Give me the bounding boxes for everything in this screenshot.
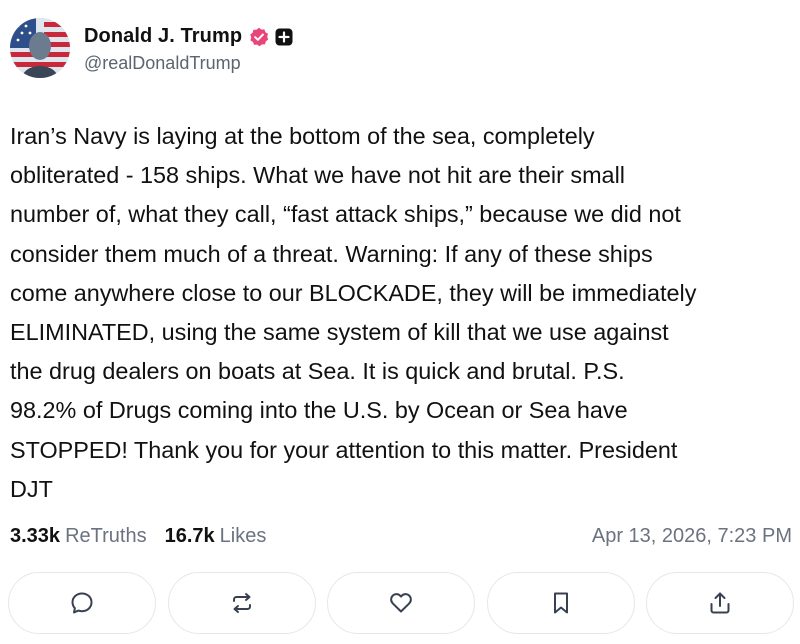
heart-icon [390,593,412,613]
repost-icon [232,593,251,613]
post-line: Iran’s Navy is laying at the bottom of t… [10,123,595,149]
verified-badge-icon [249,27,269,47]
post-header: Donald J. Trump @realDonaldTrump [10,12,293,84]
plus-badge-icon [275,28,293,46]
post-line: consider them much of a threat. Warning:… [10,240,653,267]
action-bar [8,572,794,634]
retruth-button[interactable] [167,572,316,634]
reply-button[interactable] [8,572,156,634]
post-line: 98.2% of Drugs coming into the U.S. by O… [10,397,628,424]
post-line: number of, what they call, “fast attack … [10,201,681,228]
post-timestamp[interactable]: Apr 13, 2026, 7:23 PM [592,525,792,548]
comment-icon [71,592,93,614]
author-display-name[interactable]: Donald J. Trump [84,25,242,48]
share-icon [710,592,730,614]
author-handle[interactable]: @realDonaldTrump [84,53,293,74]
post-body: Iran’s Navy is laying at the bottom of t… [10,117,796,509]
post-line: ELIMINATED, using the same system of kil… [10,319,669,346]
avatar-flag-portrait-icon [10,18,70,78]
likes-count[interactable]: 16.7k [165,525,215,548]
retruths-label[interactable]: ReTruths [65,525,147,548]
like-button[interactable] [327,572,475,634]
author-names: Donald J. Trump @realDonaldTrump [84,23,293,74]
post-stats: 3.33k ReTruths 16.7k Likes Apr 13, 2026,… [10,520,792,552]
bookmark-button[interactable] [486,572,635,634]
post-line: obliterated - 158 ships. What we have no… [10,162,625,189]
avatar[interactable] [10,18,70,78]
post-line: come anywhere close to our BLOCKADE, the… [10,279,697,306]
post-line: the drug dealers on boats at Sea. It is … [10,358,625,385]
post-line: STOPPED! Thank you for your attention to… [10,436,678,463]
post-line: DJT [10,475,53,502]
retruths-count[interactable]: 3.33k [10,525,60,548]
bookmark-icon [553,592,568,614]
share-button[interactable] [646,572,794,634]
likes-label[interactable]: Likes [220,525,267,548]
